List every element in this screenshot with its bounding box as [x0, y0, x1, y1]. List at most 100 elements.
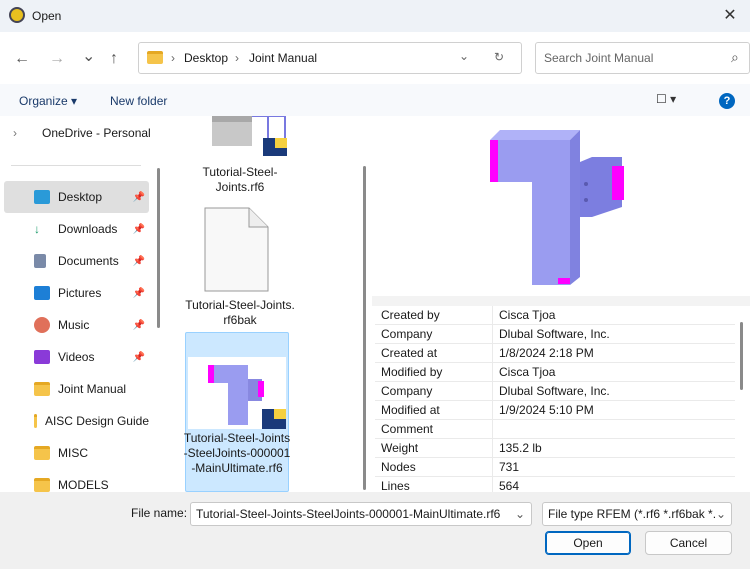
new-folder-button[interactable]: New folder	[110, 94, 167, 108]
chevron-down-icon[interactable]: ⌄	[515, 503, 525, 525]
sidebar-item-models[interactable]: MODELS	[4, 469, 149, 492]
address-bar[interactable]: › Desktop › Joint Manual ⌄ ↻	[138, 42, 522, 74]
back-button[interactable]: ←	[14, 50, 30, 68]
title-bar: Open ✕	[0, 0, 750, 32]
pin-icon[interactable]: 📌	[133, 256, 145, 267]
sidebar-item-label: MODELS	[58, 478, 109, 492]
sidebar-item-downloads[interactable]: ↓ Downloads 📌	[4, 213, 149, 245]
pin-icon[interactable]: 📌	[133, 192, 145, 203]
folder-icon	[34, 446, 50, 460]
file-name-label: File name:	[131, 506, 188, 520]
file-item[interactable]: Tutorial-Steel-Joints.rf6	[185, 116, 295, 194]
recent-locations-button[interactable]: ⌄	[82, 46, 95, 66]
videos-icon	[34, 350, 50, 364]
sidebar-item-label: Documents	[58, 254, 119, 268]
property-value: 731	[499, 460, 520, 474]
expand-icon: ›	[13, 126, 17, 140]
sidebar-item-videos[interactable]: Videos 📌	[4, 341, 149, 373]
properties-scrollbar[interactable]	[740, 322, 743, 390]
model-thumbnail-icon	[212, 116, 287, 156]
sidebar-item-joint-manual[interactable]: Joint Manual	[4, 373, 149, 405]
chevron-right-icon: ›	[171, 51, 175, 65]
dialog-footer: File name: Tutorial-Steel-Joints-SteelJo…	[0, 492, 750, 569]
sidebar-item-onedrive[interactable]: › OneDrive - Personal	[4, 117, 151, 149]
property-key: Modified at	[375, 400, 493, 420]
preview-image	[490, 130, 624, 285]
sidebar-item-pictures[interactable]: Pictures 📌	[4, 277, 149, 309]
sidebar-item-label: Desktop	[58, 190, 103, 204]
property-row: Company Dlubal Software, Inc.	[375, 324, 735, 344]
file-name: Tutorial-Steel-Joints.rf6bak	[185, 298, 295, 327]
property-row: Created at 1/8/2024 2:18 PM	[375, 343, 735, 363]
file-type-select[interactable]: File type RFEM (*.rf6 *.rf6bak *.rf ⌄	[542, 502, 732, 526]
forward-button[interactable]: →	[49, 50, 65, 68]
property-row: Modified by Cisca Tjoa	[375, 362, 735, 382]
file-item[interactable]: Tutorial-Steel-Joints.rf6bak	[185, 204, 295, 327]
breadcrumb-joint-manual[interactable]: Joint Manual	[249, 51, 317, 65]
file-name-input[interactable]: Tutorial-Steel-Joints-SteelJoints-000001…	[190, 502, 532, 526]
sidebar-item-label: OneDrive - Personal	[42, 126, 151, 140]
property-key: Modified by	[375, 362, 493, 382]
sidebar-item-aisc-design-guide[interactable]: AISC Design Guide	[4, 405, 149, 437]
file-name: Tutorial-Steel-Joints.rf6	[202, 165, 278, 194]
sidebar-item-label: Joint Manual	[58, 382, 127, 396]
organize-button[interactable]: Organize ▾	[19, 94, 77, 108]
property-key: Created at	[375, 343, 493, 363]
model-thumbnail-icon	[188, 357, 286, 429]
file-item-selected[interactable]: Tutorial-Steel-Joints-SteelJoints-000001…	[183, 332, 291, 492]
chevron-down-icon: ⌄	[715, 503, 726, 525]
navigation-pane: › OneDrive - Personal Desktop 📌 ↓ Downloads…	[0, 116, 155, 492]
help-button[interactable]: ?	[719, 93, 735, 109]
pictures-icon	[34, 286, 50, 300]
music-icon	[34, 317, 50, 333]
sidebar-item-label: Music	[58, 318, 90, 332]
sidebar-item-desktop[interactable]: Desktop 📌	[4, 181, 149, 213]
refresh-icon[interactable]: ↻	[494, 50, 504, 64]
divider	[372, 296, 750, 306]
file-type-value: File type RFEM (*.rf6 *.rf6bak *.rf	[548, 507, 724, 521]
download-icon: ↓	[34, 222, 40, 236]
desktop-icon	[34, 190, 50, 204]
view-options-button[interactable]: ☐ ▾	[656, 92, 676, 106]
pin-icon[interactable]: 📌	[133, 224, 145, 235]
folder-icon	[147, 51, 163, 64]
open-button[interactable]: Open	[545, 531, 631, 555]
folder-icon	[34, 478, 50, 492]
close-button[interactable]: ✕	[710, 0, 750, 32]
property-value: Dlubal Software, Inc.	[499, 384, 610, 398]
sidebar-item-label: Pictures	[58, 286, 102, 300]
chevron-down-icon[interactable]: ⌄	[459, 49, 469, 63]
search-input[interactable]: Search Joint Manual	[544, 51, 653, 65]
breadcrumb-desktop[interactable]: Desktop	[184, 51, 228, 65]
property-key: Company	[375, 324, 493, 344]
pin-icon[interactable]: 📌	[133, 320, 145, 331]
chevron-right-icon: ›	[235, 51, 239, 65]
cancel-button[interactable]: Cancel	[645, 531, 732, 555]
folder-icon	[34, 414, 37, 428]
rfem-app-icon	[9, 7, 25, 23]
search-icon[interactable]: ⌕	[731, 49, 739, 66]
up-button[interactable]: ↑	[110, 50, 118, 68]
property-value: Dlubal Software, Inc.	[499, 327, 610, 341]
property-row: Weight 135.2 lb	[375, 438, 735, 458]
sidebar-item-misc[interactable]: MISC	[4, 437, 149, 469]
file-name: Tutorial-Steel-Joints-SteelJoints-000001…	[183, 431, 291, 475]
sidebar-item-music[interactable]: Music 📌	[4, 309, 149, 341]
property-key: Created by	[375, 305, 493, 325]
pin-icon[interactable]: 📌	[133, 288, 145, 299]
property-key: Nodes	[375, 457, 493, 477]
folder-icon	[34, 382, 50, 396]
property-value: 564	[499, 479, 520, 493]
pin-icon[interactable]: 📌	[133, 352, 145, 363]
property-row: Created by Cisca Tjoa	[375, 305, 735, 325]
sidebar-item-documents[interactable]: Documents 📌	[4, 245, 149, 277]
property-row: Company Dlubal Software, Inc.	[375, 381, 735, 401]
sidebar-scrollbar[interactable]	[157, 168, 160, 328]
file-list-scrollbar[interactable]	[363, 166, 366, 490]
search-box[interactable]: Search Joint Manual ⌕	[535, 42, 750, 74]
properties-table: Created by Cisca Tjoa Company Dlubal Softw…	[375, 305, 735, 496]
toolbar: Organize ▾ New folder ☐ ▾ ?	[0, 84, 750, 116]
property-row: Comment	[375, 419, 735, 439]
property-value: 1/8/2024 2:18 PM	[499, 346, 594, 360]
sidebar-item-label: AISC Design Guide	[44, 414, 149, 428]
